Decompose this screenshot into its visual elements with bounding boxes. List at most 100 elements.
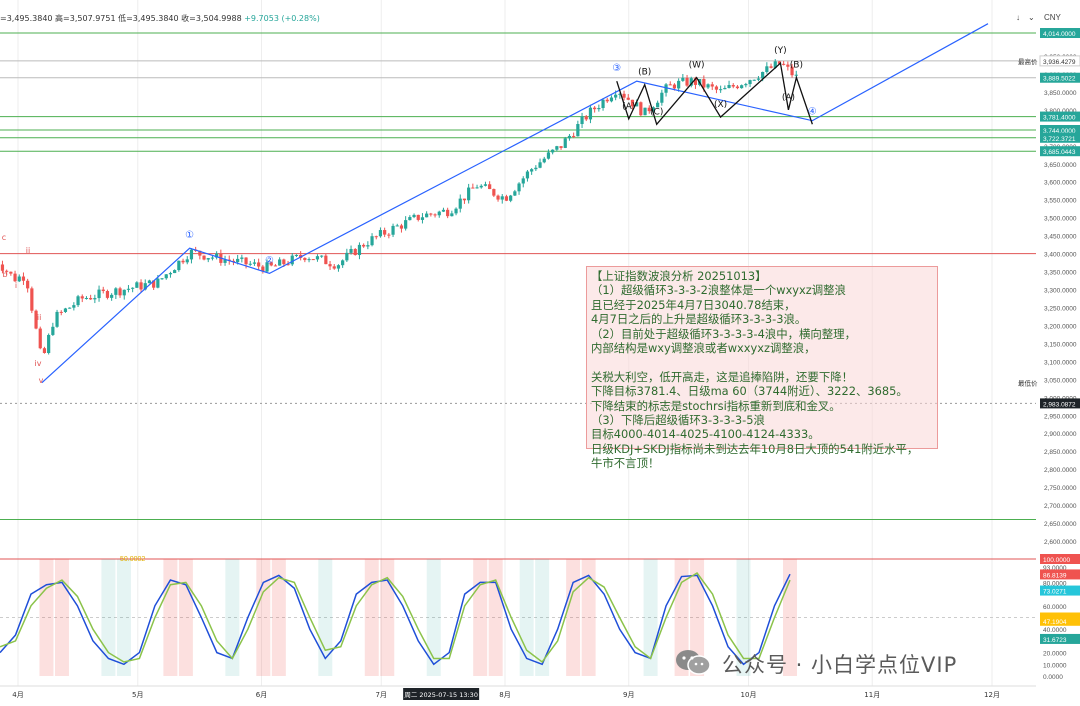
candle-body xyxy=(30,288,34,311)
candle-body xyxy=(643,107,647,116)
candle-body xyxy=(122,289,126,296)
price-label: 3,685.0443 xyxy=(1043,149,1076,156)
candle-body xyxy=(412,214,416,218)
price-tick: 3,650.0000 xyxy=(1044,162,1077,169)
candle-body xyxy=(559,146,563,148)
candle-body xyxy=(105,291,110,298)
note-line: 【上证指数波浪分析 20251013】 xyxy=(591,269,767,283)
candle-body xyxy=(55,311,59,327)
indicator-zone xyxy=(256,559,271,676)
candle-body xyxy=(341,260,345,266)
candle-body xyxy=(626,97,630,100)
month-label: 10月 xyxy=(741,691,757,699)
price-tick: 3,350.0000 xyxy=(1044,270,1077,277)
candle-body xyxy=(404,220,408,229)
candle-body xyxy=(248,263,252,265)
month-label: 12月 xyxy=(984,691,1000,699)
candle-body xyxy=(551,149,555,153)
candle-body xyxy=(38,328,42,349)
wave-label: (B) xyxy=(790,61,803,71)
candle-body xyxy=(353,248,357,256)
candle-body xyxy=(530,169,534,172)
price-tick: 3,550.0000 xyxy=(1044,198,1077,205)
price-label: 4,014.0000 xyxy=(1043,31,1076,38)
download-icon[interactable]: ↓ xyxy=(1016,13,1020,22)
wave-label: ④ xyxy=(808,106,817,117)
crosshair-label: 周二 2025-07-15 13:30 xyxy=(404,691,478,699)
note-line xyxy=(591,355,933,369)
note-line: （3）下降后超级循环3-3-3-3-5浪 xyxy=(591,413,765,428)
candle-body xyxy=(135,282,139,288)
candle-body xyxy=(727,85,731,88)
candle-body xyxy=(76,296,80,306)
candle-body xyxy=(420,217,425,220)
candle-body xyxy=(164,274,168,279)
price-tick: 3,850.0000 xyxy=(1044,90,1077,97)
candle-body xyxy=(206,258,210,260)
indicator-tick: 73.0271 xyxy=(1043,589,1067,596)
price-tick: 2,800.0000 xyxy=(1044,467,1077,474)
candle-body xyxy=(47,334,51,354)
candle-body xyxy=(425,213,429,218)
candle-body xyxy=(450,213,454,217)
price-tick: 2,900.0000 xyxy=(1044,431,1077,438)
candle-body xyxy=(765,66,769,72)
indicator-zone xyxy=(566,559,581,676)
candle-body xyxy=(500,196,504,200)
candle-body xyxy=(525,171,530,179)
candle-body xyxy=(42,348,47,354)
candle-body xyxy=(345,252,349,261)
candle-body xyxy=(156,278,160,288)
candle-body xyxy=(496,195,500,200)
candle-body xyxy=(467,187,471,201)
candle-body xyxy=(68,307,72,309)
candle-body xyxy=(538,162,542,168)
candle-body xyxy=(513,191,517,196)
wave-label: (C) xyxy=(650,107,663,117)
candle-body xyxy=(660,92,664,103)
candle-body xyxy=(622,93,626,98)
indicator-zone xyxy=(473,559,488,676)
candle-body xyxy=(311,259,315,261)
ohlc-header: =3,495.3840 高=3,507.9751 低=3,495.3840 收=… xyxy=(0,13,320,24)
indicator-zone xyxy=(163,559,178,676)
candle-body xyxy=(97,289,101,299)
indicator-zone xyxy=(39,559,54,676)
candle-body xyxy=(681,77,685,81)
price-tick: 3,050.0000 xyxy=(1044,377,1077,384)
candle-body xyxy=(59,311,63,313)
candle-body xyxy=(173,270,177,274)
candle-body xyxy=(576,124,580,137)
wave-label: (A) xyxy=(622,102,635,112)
indicator-tick: 60.0000 xyxy=(1043,604,1067,611)
ohlc-values: =3,495.3840 高=3,507.9751 低=3,495.3840 收=… xyxy=(0,14,242,23)
price-tick: 2,650.0000 xyxy=(1044,521,1077,528)
note-line: （2）目前处于超级循环3-3-3-3-4浪中，横向整理， xyxy=(591,326,856,341)
dropdown-icon[interactable]: ⌄ xyxy=(1028,13,1035,22)
candle-body xyxy=(383,230,387,235)
candle-body xyxy=(488,184,492,190)
price-tick: 3,200.0000 xyxy=(1044,323,1077,330)
analysis-note: 【上证指数波浪分析 20251013】 （1）超级循环3-3-3-2浪整体是一个w… xyxy=(586,266,938,470)
candle-body xyxy=(580,116,584,125)
indicator-zone xyxy=(380,559,395,676)
candle-body xyxy=(475,187,479,189)
price-label-plain: 最高价 xyxy=(1018,57,1038,66)
note-line: 下降结束的标志是stochrsi指标重新到底和金叉。 xyxy=(591,398,841,413)
candle-body xyxy=(139,282,143,290)
candle-body xyxy=(752,79,756,81)
currency-label: CNY xyxy=(1044,13,1061,22)
candle-body xyxy=(168,273,173,275)
candle-body xyxy=(504,196,509,201)
price-label: 3,936.4279 xyxy=(1043,59,1076,66)
month-label: 9月 xyxy=(623,691,634,699)
candle-body xyxy=(672,84,677,89)
candle-body xyxy=(441,209,446,212)
candle-body xyxy=(89,298,93,300)
candle-body xyxy=(181,260,185,263)
note-line: 4月7日之后的上升是超级循环3-3-3-3浪。 xyxy=(591,312,807,327)
candle-body xyxy=(72,305,76,308)
candle-body xyxy=(723,87,727,90)
wave-label-red: ii xyxy=(26,246,30,255)
candle-body xyxy=(744,84,748,86)
